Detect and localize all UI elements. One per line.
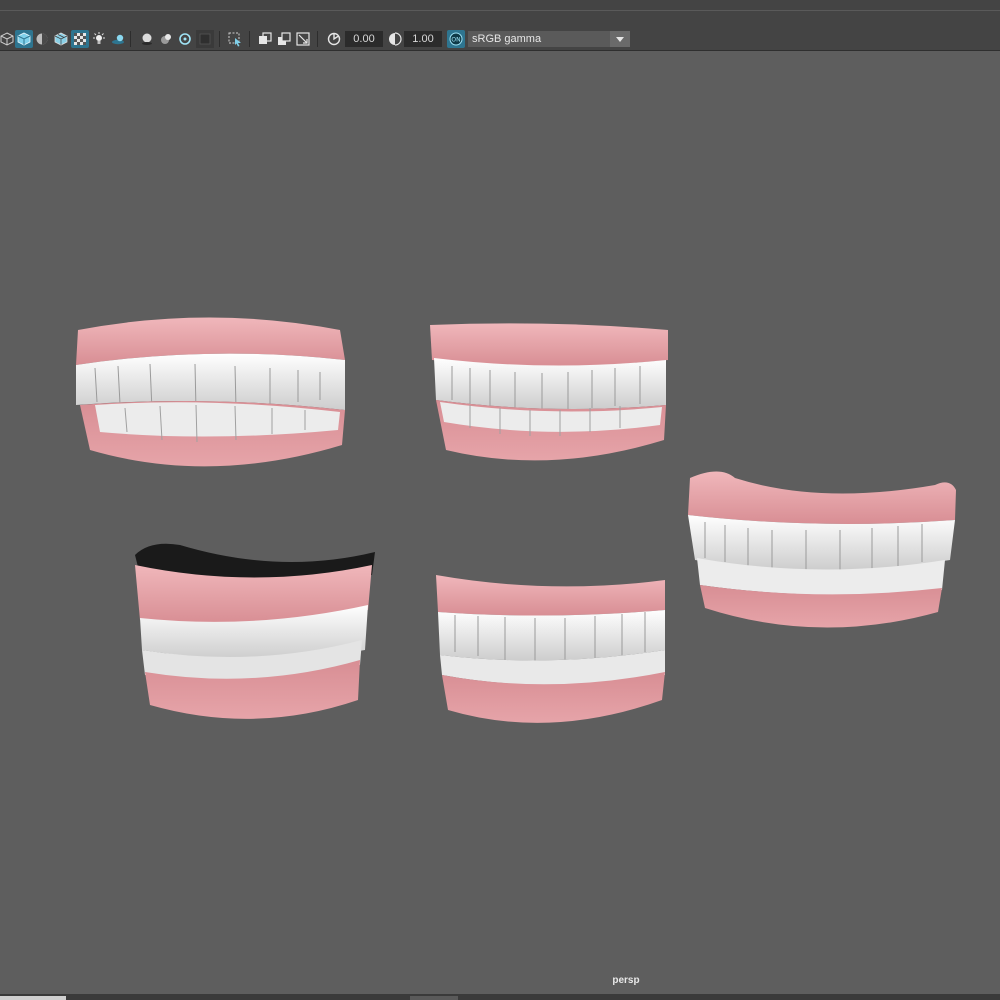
teeth-model-3[interactable] bbox=[135, 543, 375, 719]
toolbar-separator bbox=[219, 31, 220, 47]
wireframe-cube-icon[interactable] bbox=[0, 30, 16, 48]
ambient-occlusion-icon[interactable] bbox=[138, 30, 156, 48]
toolbar-separator bbox=[249, 31, 250, 47]
xray-active-icon[interactable] bbox=[294, 30, 312, 48]
viewport-toolbar: 0.00 1.00 ON sRGB gamma bbox=[0, 28, 1000, 51]
3d-viewport[interactable] bbox=[0, 51, 1000, 994]
toolbar-separator bbox=[130, 31, 131, 47]
exposure-field[interactable]: 0.00 bbox=[345, 31, 383, 47]
svg-text:ON: ON bbox=[451, 37, 460, 44]
shadows-icon[interactable] bbox=[109, 30, 127, 48]
smooth-shade-cube-icon[interactable] bbox=[15, 30, 33, 48]
antialias-icon[interactable] bbox=[157, 30, 175, 48]
gamma-field[interactable]: 1.00 bbox=[404, 31, 442, 47]
xray-checker-icon[interactable] bbox=[71, 30, 89, 48]
color-management-icon[interactable]: ON bbox=[447, 30, 465, 48]
teeth-model-5[interactable] bbox=[688, 471, 956, 628]
teeth-model-4[interactable] bbox=[436, 575, 665, 723]
toolbar-separator bbox=[317, 31, 318, 47]
chevron-down-icon[interactable] bbox=[610, 31, 630, 47]
isolate-select-icon[interactable] bbox=[226, 30, 244, 48]
exposure-icon[interactable] bbox=[325, 30, 343, 48]
motion-blur-icon[interactable] bbox=[196, 30, 214, 48]
xray-icon[interactable] bbox=[256, 30, 274, 48]
depth-of-field-icon[interactable] bbox=[176, 30, 194, 48]
menu-divider bbox=[0, 10, 1000, 11]
menu-bar bbox=[0, 0, 1000, 29]
teeth-model-2[interactable] bbox=[430, 323, 668, 461]
color-space-dropdown[interactable]: sRGB gamma bbox=[468, 31, 630, 47]
camera-name-label: persp bbox=[612, 975, 640, 986]
xray-joints-icon[interactable] bbox=[275, 30, 293, 48]
bottom-bar-segment bbox=[410, 996, 458, 1000]
color-space-label: sRGB gamma bbox=[472, 33, 542, 45]
default-material-icon[interactable] bbox=[33, 30, 51, 48]
teeth-model-1[interactable] bbox=[76, 317, 345, 467]
textured-icon[interactable] bbox=[52, 30, 70, 48]
lights-icon[interactable] bbox=[90, 30, 108, 48]
bottom-bar-segment bbox=[0, 996, 66, 1000]
bottom-bar bbox=[0, 994, 1000, 1000]
gamma-icon[interactable] bbox=[386, 30, 404, 48]
